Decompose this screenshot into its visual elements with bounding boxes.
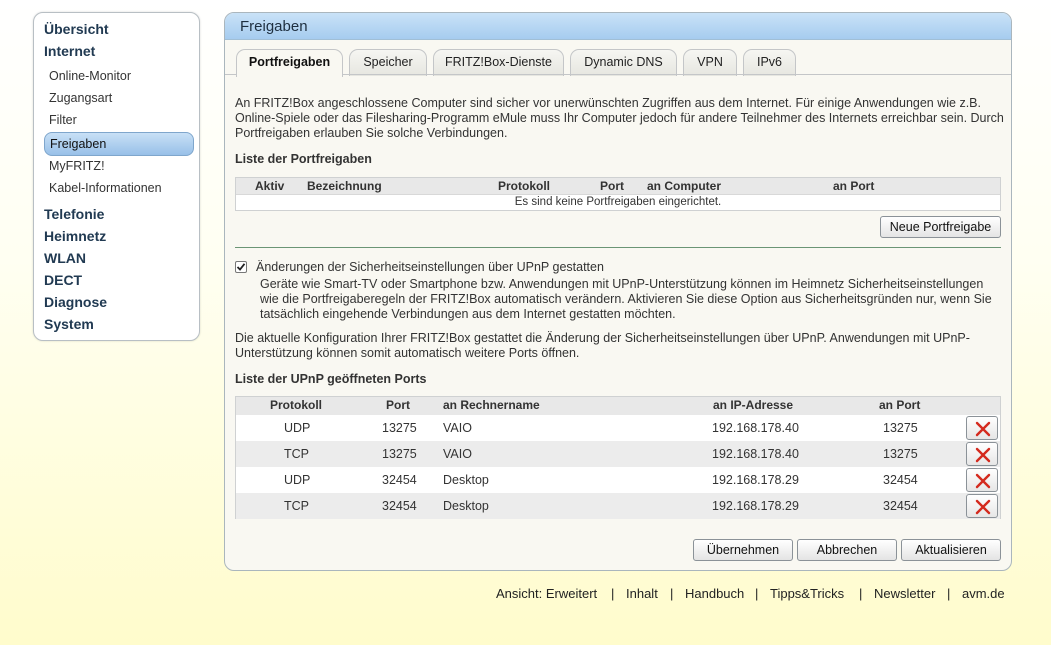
refresh-button[interactable]: Aktualisieren [901,539,1001,561]
row-rechnername: Desktop [443,499,489,513]
upnp-col-ip: an IP-Adresse [713,398,794,412]
empty-message: Es sind keine Portfreigaben eingerichtet… [514,196,722,208]
footer-separator: | [755,586,759,601]
apply-button[interactable]: Übernehmen [693,539,793,561]
tab-portfreigaben[interactable]: Portfreigaben [236,49,343,77]
upnp-ports-table: Protokoll Port an Rechnername an IP-Adre… [235,396,1001,519]
footer-view-mode[interactable]: Ansicht: Erweitert [496,586,597,601]
tab-ipv6[interactable]: IPv6 [743,49,796,76]
footer-link-avm[interactable]: avm.de [962,586,1005,601]
nav-system[interactable]: System [44,316,94,332]
footer-link-tipps[interactable]: Tipps&Tricks [770,586,844,601]
nav-telefonie[interactable]: Telefonie [44,206,104,222]
row-protokoll: TCP [284,447,309,461]
upnp-col-rechnername: an Rechnername [443,398,540,412]
row-port: 32454 [382,499,417,513]
close-icon [975,421,991,437]
upnp-row: TCP 13275 VAIO 192.168.178.40 13275 [236,441,1000,467]
col-port: Port [600,179,624,193]
upnp-row: TCP 32454 Desktop 192.168.178.29 32454 [236,493,1000,519]
footer-separator: | [859,586,863,601]
sidebar-nav: Übersicht Internet Online-Monitor Zugang… [33,12,200,341]
cancel-button[interactable]: Abbrechen [797,539,897,561]
row-an-port: 13275 [883,447,918,461]
nav-myfritz[interactable]: MyFRITZ! [49,159,105,173]
nav-zugangsart[interactable]: Zugangsart [49,91,112,105]
row-port: 32454 [382,473,417,487]
upnp-col-an-port: an Port [879,398,921,412]
row-ip: 192.168.178.40 [712,421,799,435]
row-an-port: 13275 [883,421,918,435]
row-rechnername: Desktop [443,473,489,487]
upnp-checkbox-label[interactable]: Änderungen der Sicherheitseinstellungen … [256,260,956,275]
footer-separator: | [947,586,951,601]
delete-button[interactable] [966,494,998,518]
tab-bar: Portfreigaben Speicher FRITZ!Box-Dienste… [225,49,1011,77]
tab-dynamic-dns[interactable]: Dynamic DNS [570,49,677,76]
nav-uebersicht[interactable]: Übersicht [44,21,109,37]
config-note: Die aktuelle Konfiguration Ihrer FRITZ!B… [235,331,970,360]
row-rechnername: VAIO [443,421,472,435]
close-icon [975,473,991,489]
footer-link-newsletter[interactable]: Newsletter [874,586,935,601]
footer-separator: | [611,586,615,601]
row-protokoll: UDP [284,473,311,487]
upnp-table-header: Protokoll Port an Rechnername an IP-Adre… [236,397,1000,415]
col-bezeichnung: Bezeichnung [307,179,382,193]
nav-kabel-informationen[interactable]: Kabel-Informationen [49,181,162,195]
row-ip: 192.168.178.29 [712,473,799,487]
new-portfreigabe-button[interactable]: Neue Portfreigabe [880,216,1001,238]
row-port: 13275 [382,447,417,461]
main-panel: Freigaben Portfreigaben Speicher FRITZ!B… [224,12,1012,571]
portfreigaben-table: Aktiv Bezeichnung Protokoll Port an Comp… [235,177,1001,211]
delete-button[interactable] [966,468,998,492]
col-protokoll: Protokoll [498,179,551,193]
checkbox-checked-icon [236,263,246,271]
row-an-port: 32454 [883,473,918,487]
row-an-port: 32454 [883,499,918,513]
delete-button[interactable] [966,416,998,440]
upnp-row: UDP 32454 Desktop 192.168.178.29 32454 [236,467,1000,493]
close-icon [975,499,991,515]
col-an-computer: an Computer [647,179,722,193]
nav-dect[interactable]: DECT [44,272,82,288]
nav-online-monitor[interactable]: Online-Monitor [49,69,131,83]
footer-link-handbuch[interactable]: Handbuch [685,586,744,601]
row-ip: 192.168.178.40 [712,447,799,461]
tab-speicher[interactable]: Speicher [349,49,427,76]
close-icon [975,447,991,463]
row-protokoll: TCP [284,499,309,513]
page-title: Freigaben [225,13,1011,40]
tab-vpn[interactable]: VPN [683,49,737,76]
row-ip: 192.168.178.29 [712,499,799,513]
tab-fritzbox-dienste[interactable]: FRITZ!Box-Dienste [433,49,564,76]
nav-filter[interactable]: Filter [49,113,77,127]
col-an-port: an Port [833,179,875,193]
col-aktiv: Aktiv [255,179,285,193]
portfreigaben-list-title: Liste der Portfreigaben [235,152,372,166]
footer-link-inhalt[interactable]: Inhalt [626,586,658,601]
upnp-checkbox[interactable] [235,261,247,273]
nav-wlan[interactable]: WLAN [44,250,86,266]
upnp-description: Geräte wie Smart-TV oder Smartphone bzw.… [260,277,992,321]
intro-text: An FRITZ!Box angeschlossene Computer sin… [235,96,1004,140]
nav-heimnetz[interactable]: Heimnetz [44,228,106,244]
nav-internet[interactable]: Internet [44,43,95,59]
portfreigaben-table-header: Aktiv Bezeichnung Protokoll Port an Comp… [236,178,1000,195]
nav-freigaben[interactable]: Freigaben [44,132,194,156]
divider [235,247,1001,248]
upnp-list-title: Liste der UPnP geöffneten Ports [235,372,427,386]
delete-button[interactable] [966,442,998,466]
upnp-row: UDP 13275 VAIO 192.168.178.40 13275 [236,415,1000,441]
footer-separator: | [670,586,674,601]
upnp-col-port: Port [386,398,410,412]
upnp-col-protokoll: Protokoll [270,398,323,412]
row-rechnername: VAIO [443,447,472,461]
row-port: 13275 [382,421,417,435]
row-protokoll: UDP [284,421,311,435]
nav-diagnose[interactable]: Diagnose [44,294,107,310]
